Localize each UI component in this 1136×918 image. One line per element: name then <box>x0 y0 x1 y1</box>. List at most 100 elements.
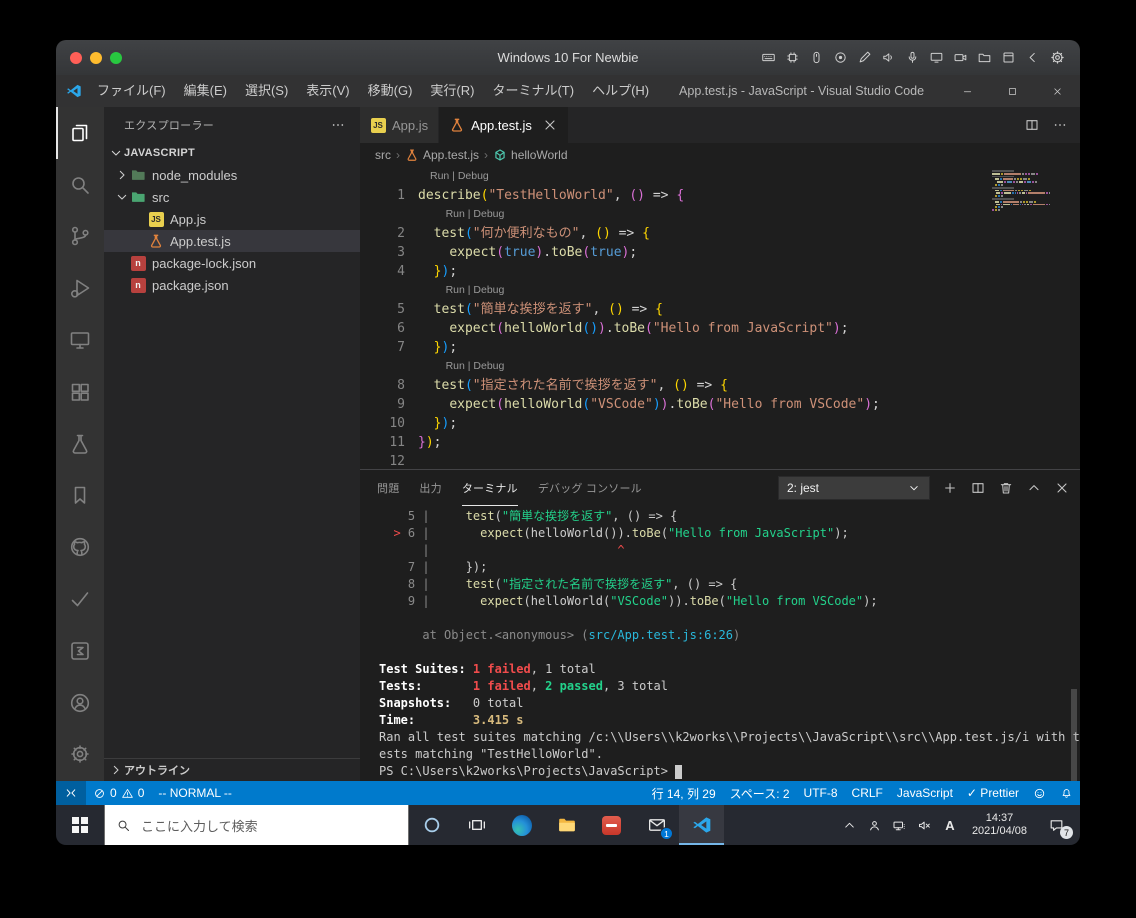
split-terminal-icon[interactable] <box>970 480 986 496</box>
activity-output[interactable] <box>56 625 104 677</box>
tree-item-App.test.js[interactable]: App.test.js <box>104 230 360 252</box>
code-line[interactable]: 2 test("何か便利なもの", () => { <box>360 224 1080 243</box>
problems-status[interactable]: 0 0 <box>86 781 151 805</box>
action-center-button[interactable]: 7 <box>1036 805 1076 845</box>
ime-mode[interactable]: A <box>937 818 963 833</box>
project-section-header[interactable]: JAVASCRIPT <box>104 142 360 164</box>
code-line[interactable]: 7 }); <box>360 338 1080 357</box>
code-line[interactable]: 1 describe("TestHelloWorld", () => { <box>360 186 1080 205</box>
new-terminal-icon[interactable] <box>942 480 958 496</box>
maximize-panel-icon[interactable] <box>1026 480 1042 496</box>
breadcrumb-item[interactable]: helloWorld <box>493 148 568 162</box>
processor-icon[interactable] <box>785 50 800 65</box>
codelens[interactable]: Run | Debug <box>360 205 1080 224</box>
tray-network-icon[interactable] <box>887 805 912 845</box>
more-actions-icon[interactable] <box>330 117 346 133</box>
code-line[interactable]: 6 expect(helloWorld()).toBe("Hello from … <box>360 319 1080 338</box>
code-line[interactable]: 12 <box>360 452 1080 469</box>
cortana-button[interactable] <box>409 805 454 845</box>
code-line[interactable]: 4 }); <box>360 262 1080 281</box>
mac-minimize-button[interactable] <box>90 51 102 64</box>
panel-tab-問題[interactable]: 問題 <box>377 470 399 506</box>
feedback-button[interactable] <box>1026 781 1053 805</box>
tray-expand-button[interactable] <box>837 805 862 845</box>
camera-icon[interactable] <box>953 50 968 65</box>
pinned-app-button[interactable] <box>589 805 634 845</box>
tray-people-icon[interactable] <box>862 805 887 845</box>
activity-run-debug[interactable] <box>56 262 104 314</box>
activity-test-explorer[interactable] <box>56 418 104 470</box>
task-view-button[interactable] <box>454 805 499 845</box>
mac-close-button[interactable] <box>70 51 82 64</box>
menu-item[interactable]: 編集(E) <box>175 75 236 107</box>
mac-zoom-button[interactable] <box>110 51 122 64</box>
language-status[interactable]: JavaScript <box>890 781 960 805</box>
outline-section-header[interactable]: アウトライン <box>104 758 360 781</box>
code-line[interactable]: 3 expect(true).toBe(true); <box>360 243 1080 262</box>
remote-indicator[interactable] <box>56 781 86 805</box>
cursor-position-status[interactable]: 行 14, 列 29 <box>645 781 723 805</box>
code-line[interactable]: 11}); <box>360 433 1080 452</box>
minimap[interactable] <box>992 170 1051 214</box>
panel-tab-デバッグ コンソール[interactable]: デバッグ コンソール <box>538 470 642 506</box>
activity-github[interactable] <box>56 521 104 573</box>
vim-mode-status[interactable]: -- NORMAL -- <box>151 781 239 805</box>
activity-remote-explorer[interactable] <box>56 314 104 366</box>
code-area[interactable]: Run | Debug 1 describe ("TestHelloWorld", (… <box>360 167 1080 469</box>
terminal[interactable]: 5 | test("簡単な挨拶を返す", () => { > 6 | expec… <box>379 508 1080 780</box>
activity-search[interactable] <box>56 159 104 211</box>
terminal-selector[interactable]: 2: jest <box>778 476 930 500</box>
eol-status[interactable]: CRLF <box>845 781 890 805</box>
notifications-button[interactable] <box>1053 781 1080 805</box>
menu-item[interactable]: 表示(V) <box>297 75 358 107</box>
menu-item[interactable]: ヘルプ(H) <box>583 75 658 107</box>
mail-button[interactable]: 1 <box>634 805 679 845</box>
tree-item-package-lock.json[interactable]: n package-lock.json <box>104 252 360 274</box>
tree-item-node_modules[interactable]: node_modules <box>104 164 360 186</box>
code-line[interactable]: 8 test("指定された名前で挨拶を返す", () => { <box>360 376 1080 395</box>
code-line[interactable]: 5 test("簡単な挨拶を返す", () => { <box>360 300 1080 319</box>
panel-scrollbar[interactable] <box>1071 689 1077 781</box>
activity-bookmarks[interactable] <box>56 470 104 522</box>
panel-tab-出力[interactable]: 出力 <box>419 470 441 506</box>
kill-terminal-icon[interactable] <box>998 480 1014 496</box>
menu-item[interactable]: ターミナル(T) <box>483 75 583 107</box>
mouse-icon[interactable] <box>809 50 824 65</box>
vscode-button[interactable] <box>679 805 724 845</box>
indentation-status[interactable]: スペース: 2 <box>723 781 797 805</box>
codelens[interactable]: Run | Debug <box>360 357 1080 376</box>
tab-close-icon[interactable] <box>542 117 558 133</box>
screenshot-icon[interactable] <box>1001 50 1016 65</box>
display-icon[interactable] <box>929 50 944 65</box>
editor-more-actions-icon[interactable] <box>1052 117 1068 133</box>
tray-volume-icon[interactable] <box>912 805 937 845</box>
code-line[interactable]: 9 expect(helloWorld("VSCode")).toBe("Hel… <box>360 395 1080 414</box>
activity-explorer[interactable] <box>56 107 104 159</box>
tree-item-src[interactable]: src <box>104 186 360 208</box>
menu-item[interactable]: 選択(S) <box>236 75 297 107</box>
activity-todo[interactable] <box>56 573 104 625</box>
tab-App.js[interactable]: JS App.js <box>360 107 440 143</box>
start-button[interactable] <box>56 805 104 845</box>
activity-settings[interactable] <box>56 729 104 781</box>
breadcrumb-item[interactable]: src <box>375 148 391 162</box>
activity-source-control[interactable] <box>56 211 104 263</box>
back-icon[interactable] <box>1025 50 1040 65</box>
menu-item[interactable]: 移動(G) <box>359 75 422 107</box>
close-button[interactable] <box>1035 75 1080 107</box>
tree-item-App.js[interactable]: JS App.js <box>104 208 360 230</box>
tree-item-package.json[interactable]: n package.json <box>104 274 360 296</box>
file-explorer-button[interactable] <box>544 805 589 845</box>
activity-account[interactable] <box>56 677 104 729</box>
encoding-status[interactable]: UTF-8 <box>797 781 845 805</box>
minimize-button[interactable] <box>945 75 990 107</box>
maximize-button[interactable] <box>990 75 1035 107</box>
menu-item[interactable]: 実行(R) <box>421 75 483 107</box>
breadcrumb-item[interactable]: App.test.js <box>405 148 479 162</box>
taskbar-clock[interactable]: 14:37 2021/04/08 <box>963 812 1036 838</box>
taskbar-search[interactable]: ここに入力して検索 <box>104 805 409 845</box>
code-line[interactable]: 10 }); <box>360 414 1080 433</box>
codelens[interactable]: Run | Debug <box>360 281 1080 300</box>
edge-button[interactable] <box>499 805 544 845</box>
pen-icon[interactable] <box>857 50 872 65</box>
